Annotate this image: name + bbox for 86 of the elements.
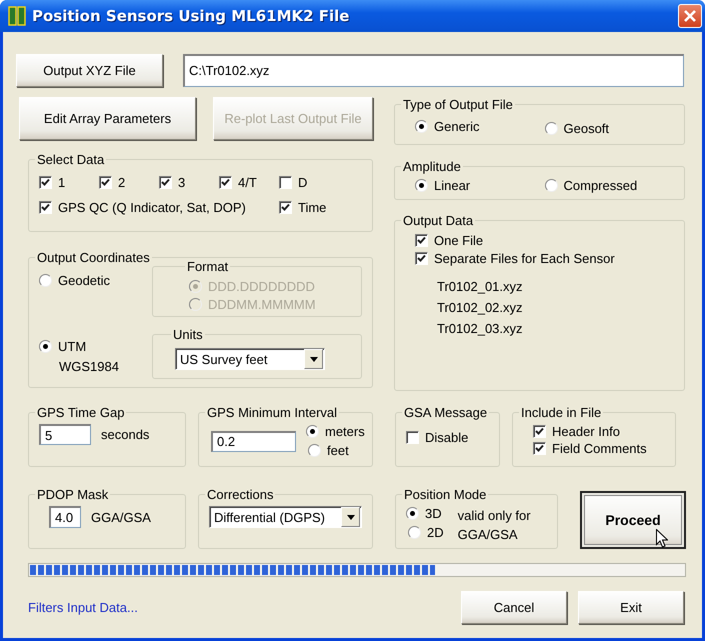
combo-value: US Survey feet	[180, 352, 268, 366]
dialog-button[interactable]: Exit	[578, 591, 684, 624]
group-title: GPS Time Gap	[36, 405, 126, 420]
minimum-interval-field[interactable]: 0.2	[211, 430, 296, 452]
group-title: Position Mode	[403, 487, 488, 502]
file-name: Tr0102_03.xyz	[437, 320, 524, 338]
radio-label: Geodetic	[58, 273, 110, 288]
checkbox-label: D	[298, 175, 308, 190]
radio-label: UTM	[58, 339, 86, 354]
radio-label: feet	[327, 443, 349, 458]
checkbox-label: Field Comments	[552, 441, 647, 456]
radio-label: Linear	[434, 178, 470, 193]
window-title: Position Sensors Using ML61MK2 File	[32, 7, 350, 25]
radio-button[interactable]	[306, 425, 319, 438]
radio-label: Generic	[434, 118, 480, 134]
checkbox[interactable]	[219, 176, 232, 189]
group-title: Amplitude	[402, 159, 462, 174]
radio-label: Compressed	[564, 178, 638, 193]
radio-button[interactable]	[544, 122, 558, 135]
radio-button[interactable]	[415, 179, 428, 192]
radio-button[interactable]	[39, 340, 52, 353]
radio-label: 2D	[427, 525, 444, 540]
checkbox[interactable]	[279, 176, 292, 189]
checkbox[interactable]	[159, 176, 172, 189]
action-button[interactable]: Edit Array Parameters	[19, 97, 196, 140]
checkbox-label: 2	[118, 175, 126, 190]
checkbox-label: Separate Files for Each Sensor	[434, 251, 615, 266]
corrections-dropdown[interactable]: Differential (DGPS)	[209, 506, 362, 528]
file-name: Tr0102_01.xyz	[437, 278, 524, 296]
close-icon	[683, 9, 697, 23]
cursor-icon	[656, 529, 668, 548]
checkbox[interactable]	[406, 431, 419, 444]
group-title: Output Data	[402, 213, 474, 228]
group-title: Format	[186, 259, 230, 274]
radio-label: DDD.DDDDDDDD	[208, 279, 315, 294]
group-title: Units	[172, 327, 204, 342]
group-title: Include in File	[520, 405, 602, 420]
checkbox-label: 3	[178, 175, 186, 190]
group-title: Type of Output File	[402, 97, 514, 112]
checkbox[interactable]	[39, 201, 52, 214]
proceed-button[interactable]: Proceed	[580, 491, 686, 549]
checkbox[interactable]	[39, 176, 52, 189]
filters-input-data-link[interactable]: Filters Input Data...	[28, 600, 461, 615]
radio-button[interactable]	[308, 444, 321, 457]
checkbox-label: Time	[298, 200, 326, 215]
checkbox[interactable]	[99, 176, 112, 189]
checkbox[interactable]	[533, 442, 546, 455]
group-title: Output Coordinates	[36, 250, 151, 265]
radio-button[interactable]	[408, 526, 421, 539]
checkbox[interactable]	[279, 201, 292, 214]
dialog-button[interactable]: Cancel	[461, 591, 567, 624]
checkbox-label: One File	[434, 233, 484, 248]
radio-label: DDDMM.MMMMM	[208, 297, 316, 312]
radio-button[interactable]	[406, 507, 419, 520]
file-name: Tr0102_02.xyz	[437, 299, 524, 317]
radio-button[interactable]	[415, 120, 428, 132]
datum-label: WGS1984	[59, 359, 120, 374]
output-file-button[interactable]: Output XYZ File	[16, 54, 163, 87]
group-title: PDOP Mask	[36, 487, 110, 502]
app-icon	[8, 6, 26, 26]
radio-label: Geosoft	[564, 121, 610, 136]
unit-label: GGA/GSA	[91, 510, 151, 524]
checkbox-label: 1	[58, 175, 66, 190]
radio-label: meters	[325, 424, 365, 439]
combo-value: Differential (DGPS)	[214, 510, 326, 524]
group-title: GSA Message	[403, 405, 488, 420]
radio-button[interactable]	[39, 274, 52, 287]
checkbox-label: Disable	[425, 430, 468, 445]
checkbox-label: GPS QC (Q Indicator, Sat, DOP)	[58, 200, 246, 215]
checkbox-label: Header Info	[552, 424, 620, 439]
checkbox[interactable]	[415, 234, 428, 247]
units-dropdown[interactable]: US Survey feet	[175, 348, 325, 370]
time-gap-field[interactable]: 5	[39, 424, 91, 445]
unit-label: seconds	[101, 427, 150, 442]
pdop-mask-field[interactable]: 4.0	[49, 506, 81, 528]
mode-note: valid only for GGA/GSA	[458, 507, 532, 544]
checkbox-label: 4/T	[238, 175, 257, 190]
output-file-field[interactable]: C:\Tr0102.xyz	[183, 54, 684, 87]
group-title: Corrections	[206, 487, 274, 502]
checkbox[interactable]	[533, 425, 546, 438]
checkbox[interactable]	[415, 252, 428, 265]
close-button[interactable]	[678, 4, 702, 28]
radio-label: 3D	[425, 506, 442, 521]
radio-button[interactable]	[544, 179, 558, 192]
group-title: GPS Minimum Interval	[206, 405, 338, 420]
group-title: Select Data	[36, 152, 106, 167]
